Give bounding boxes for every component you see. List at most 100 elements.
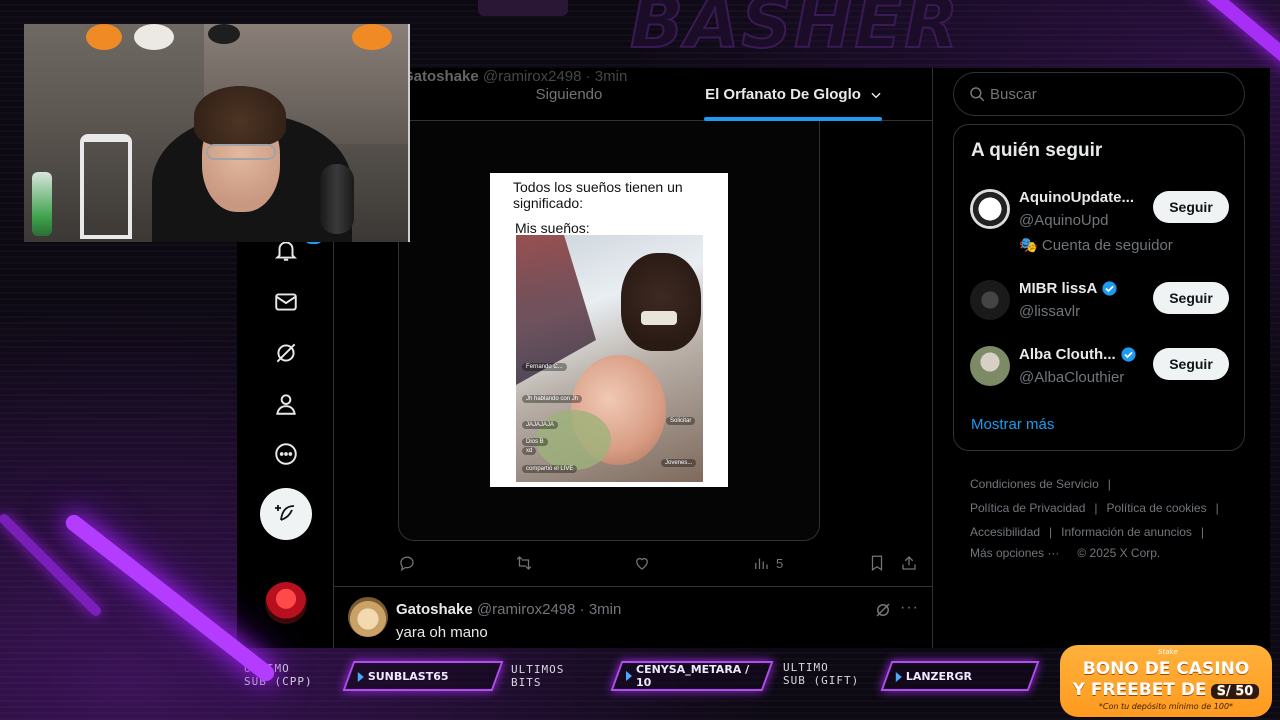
search-input[interactable]: Buscar (953, 72, 1245, 116)
feather-plus-icon (275, 505, 295, 521)
live-chat-line: compartió el LIVE (522, 465, 578, 473)
bookmark-icon (871, 555, 883, 571)
analytics-icon (755, 558, 768, 569)
footer-link[interactable]: Accesibilidad (970, 525, 1040, 539)
tweet-time[interactable]: 3min (589, 601, 622, 618)
suggestion-name-text: MIBR lissA (1019, 280, 1098, 297)
live-chat-line: Jh hablando con Jh (522, 395, 583, 403)
panel-title: A quién seguir (971, 140, 1103, 161)
footer-more-options[interactable]: Más opciones ··· (970, 546, 1059, 560)
suggestion-avatar[interactable] (970, 280, 1010, 320)
tab-label: El Orfanato De Gloglo (705, 86, 861, 103)
stream-box-inner: SUNBLAST65 (358, 670, 449, 683)
suggestion-name-text: AquinoUpdate... (1019, 189, 1134, 206)
stream-label-line: SUB (GIFT) (783, 674, 860, 687)
meme-subcaption: Mis sueños: (515, 220, 590, 236)
follow-suggestion[interactable]: Alba Clouth... @AlbaClouthier Seguir (970, 342, 1234, 402)
stream-label-line: ULTIMO (783, 661, 829, 674)
meme-caption: Todos los sueños tienen un significado: (513, 179, 683, 211)
webcam-detail (320, 164, 354, 234)
suggestion-handle: @AquinoUpd (1019, 212, 1109, 229)
nav-messages[interactable] (260, 276, 312, 328)
live-chat-line: Solicitar (666, 417, 696, 425)
like-button[interactable] (633, 552, 651, 574)
tweet-media-card[interactable]: Todos los sueños tienen un significado: … (398, 121, 820, 541)
nav-grok[interactable] (260, 327, 312, 379)
photo-detail (621, 253, 701, 351)
live-chat-line: Jovenes... (661, 459, 697, 467)
promo-line: Y FREEBET DE S/ 50 (1060, 680, 1272, 700)
follow-button[interactable]: Seguir (1153, 282, 1229, 314)
meme-photo: Fernando C... Jh hablando con Jh JAJAJAJ… (516, 235, 703, 482)
stream-scene: BASHER 15 (0, 0, 1280, 720)
more-icon[interactable]: ··· (900, 599, 919, 617)
search-icon (970, 87, 985, 102)
casino-promo-banner[interactable]: Stake BONO DE CASINO Y FREEBET DE S/ 50 *… (1060, 645, 1272, 717)
views-button[interactable]: 5 (752, 552, 783, 574)
grok-icon[interactable] (874, 601, 892, 619)
suggestion-name[interactable]: Alba Clouth... (1019, 346, 1137, 363)
follow-button[interactable]: Seguir (1153, 348, 1229, 380)
author-handle[interactable]: @ramirox2498 (477, 601, 576, 618)
suggestion-name[interactable]: MIBR lissA (1019, 280, 1118, 297)
compose-post-button[interactable] (260, 488, 312, 540)
stream-label-line: BITS (511, 676, 542, 689)
views-count: 5 (776, 555, 784, 571)
follow-button[interactable]: Seguir (1153, 191, 1229, 223)
promo-brand: Stake (1158, 648, 1178, 656)
promo-amount: S/ 50 (1210, 684, 1260, 699)
reply-button[interactable] (398, 552, 416, 574)
nav-more[interactable] (260, 428, 312, 480)
footer-link[interactable]: Condiciones de Servicio (970, 477, 1099, 491)
retweet-icon (516, 556, 532, 570)
footer-link[interactable]: Política de cookies (1107, 501, 1207, 515)
webcam-detail (80, 134, 132, 239)
search-placeholder: Buscar (990, 85, 1037, 103)
photo-detail (641, 311, 677, 325)
bookmark-button[interactable] (868, 552, 886, 574)
footer-link[interactable]: Información de anuncios (1061, 525, 1192, 539)
share-button[interactable] (900, 552, 918, 574)
stream-label: ULTIMO SUB (GIFT) (783, 661, 859, 687)
suggestion-handle: @lissavlr (1019, 303, 1081, 320)
stream-box-inner: CENYSA_METARA / 10 (626, 663, 766, 689)
reply-icon (400, 556, 414, 572)
webcam-detail (32, 172, 52, 236)
tweet-avatar[interactable] (348, 597, 388, 637)
nav-profile[interactable] (260, 378, 312, 430)
stream-label: ULTIMOS BITS (511, 663, 564, 689)
timeline-column: Todos los sueños tienen un significado: … (333, 68, 933, 648)
suggestion-avatar[interactable] (970, 189, 1010, 229)
follow-suggestion[interactable]: MIBR lissA @lissavlr Seguir (970, 276, 1234, 336)
author-name[interactable]: Gatoshake (396, 601, 473, 618)
tab-list[interactable]: El Orfanato De Gloglo (674, 68, 914, 121)
latest-gift-box: LANZERGR (880, 661, 1040, 691)
promo-line: BONO DE CASINO (1082, 659, 1250, 679)
stream-label-line: SUB (CPP) (244, 675, 313, 688)
suggestion-name[interactable]: AquinoUpdate... (1019, 189, 1134, 206)
webcam-overlay (24, 24, 410, 242)
follower-account-text: Cuenta de seguidor (1041, 237, 1173, 254)
overlay-logo: BASHER (629, 0, 961, 65)
suggestion-avatar[interactable] (970, 346, 1010, 386)
share-icon (902, 556, 916, 570)
tweet[interactable]: Gatoshake @ramirox2498 · 3min yara oh ma… (334, 587, 932, 648)
footer-link[interactable]: Política de Privacidad (970, 501, 1085, 515)
account-avatar[interactable] (265, 582, 307, 624)
footer-copyright: © 2025 X Corp. (1077, 546, 1161, 560)
suggestion-handle: @AlbaClouthier (1019, 369, 1125, 386)
grok-icon (276, 343, 296, 363)
tweet-header: Gatoshake @ramirox2498 · 3min (396, 601, 621, 618)
tweet-text: yara oh mano (396, 624, 488, 641)
retweet-button[interactable] (515, 552, 533, 574)
follow-suggestion[interactable]: AquinoUpdate... @AquinoUpd 🎭 Cuenta de s… (970, 185, 1234, 254)
meme-image[interactable]: Todos los sueños tienen un significado: … (490, 173, 728, 487)
promo-line-text: Y FREEBET DE (1072, 680, 1207, 700)
webcam-detail (208, 24, 240, 44)
latest-gift-name: LANZERGR (906, 669, 973, 683)
stream-box-inner: LANZERGR (896, 670, 972, 683)
tab-following[interactable]: Siguiendo (494, 68, 644, 121)
meta-separator: · (579, 601, 585, 618)
tweet-actions: 5 (398, 552, 928, 576)
show-more-link[interactable]: Mostrar más (971, 416, 1054, 433)
